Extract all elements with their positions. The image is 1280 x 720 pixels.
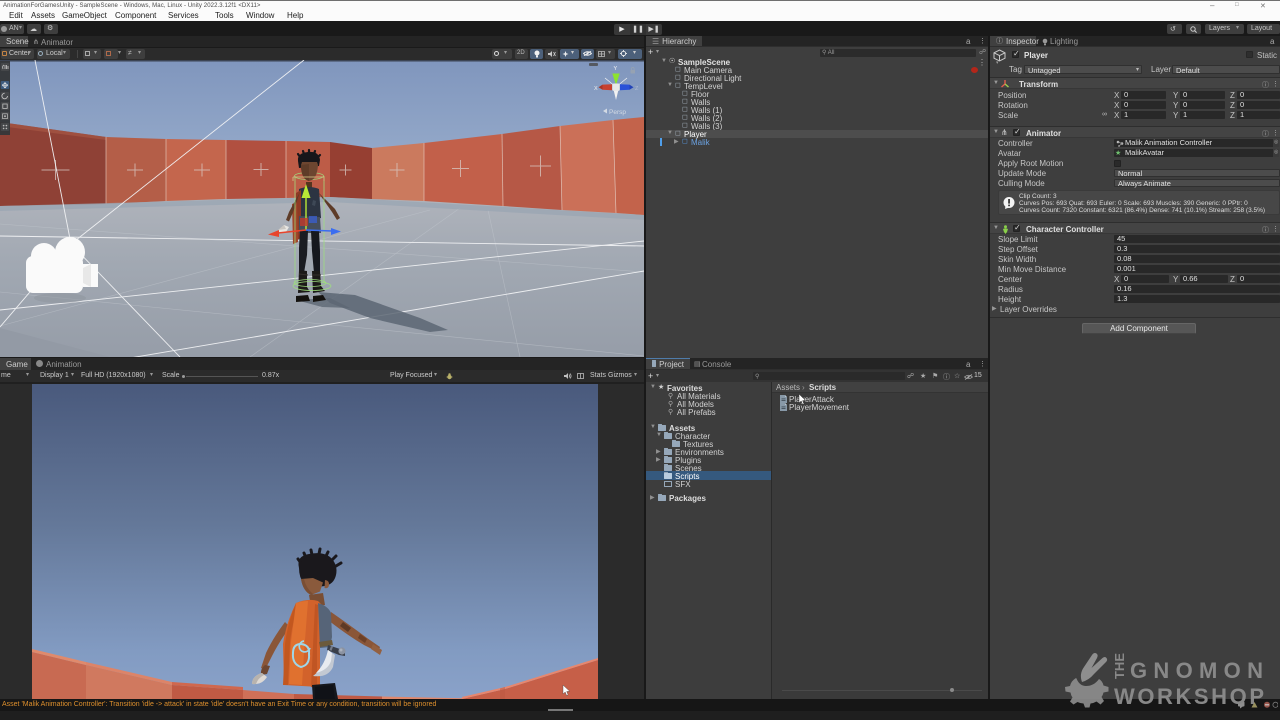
svg-text:Y: Y bbox=[614, 66, 618, 72]
svg-text:Persp: Persp bbox=[609, 109, 626, 116]
svg-text:X: X bbox=[594, 86, 598, 92]
svg-text:THE: THE bbox=[1112, 653, 1127, 679]
svg-text:WORKSHOP: WORKSHOP bbox=[1114, 684, 1264, 709]
svg-text:GNOMON: GNOMON bbox=[1130, 658, 1264, 683]
